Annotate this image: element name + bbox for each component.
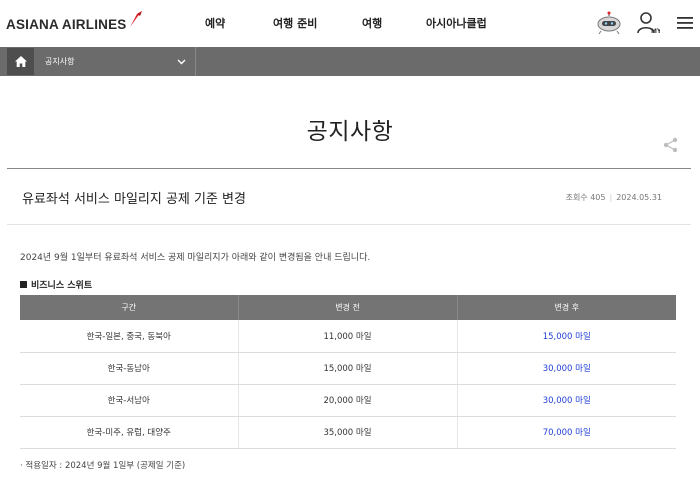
home-icon — [14, 56, 27, 67]
cell-before: 15,000 마일 — [237, 352, 457, 385]
meta-separator: | — [609, 193, 613, 202]
cell-before: 35,000 마일 — [237, 416, 457, 449]
divider — [7, 224, 691, 225]
table-row: 한국-일본, 중국, 동북아 11,000 마일 15,000 마일 — [20, 320, 676, 353]
chevron-down-icon — [177, 59, 186, 65]
cell-route: 한국-미주, 유럽, 대양주 — [20, 416, 238, 449]
top-header: ASIANA AIRLINES 예약 여행 준비 여행 아시아나클럽 MY — [0, 0, 700, 47]
share-icon[interactable] — [663, 137, 678, 153]
robot-chat-icon[interactable] — [596, 11, 622, 35]
location-current: 공지사항 — [45, 57, 75, 66]
notice-meta: 조회수 405 | 2024.05.31 — [566, 192, 662, 203]
cell-before: 20,000 마일 — [237, 384, 457, 417]
cell-route: 한국-동남아 — [20, 352, 238, 385]
table-row: 한국-동남아 15,000 마일 30,000 마일 — [20, 352, 676, 385]
cell-route: 한국-서남아 — [20, 384, 238, 417]
my-account-icon[interactable]: MY — [636, 11, 660, 35]
nav-item-travel[interactable]: 여행 — [362, 15, 382, 31]
notice-intro: 2024년 9월 1일부터 유료좌석 서비스 공제 마일리지가 아래와 같이 변… — [20, 253, 371, 263]
notice-date: 2024.05.31 — [616, 193, 662, 202]
nav-item-travel-prep[interactable]: 여행 준비 — [273, 15, 317, 31]
cell-after: 30,000 마일 — [456, 384, 676, 417]
divider — [7, 168, 691, 169]
cell-after: 15,000 마일 — [456, 320, 676, 353]
cell-before: 11,000 마일 — [237, 320, 457, 353]
global-nav: 예약 여행 준비 여행 아시아나클럽 — [0, 15, 700, 31]
my-label: MY — [651, 28, 660, 35]
footnote: · 적용일자 : 2024년 9월 1일부 (공제일 기준) — [20, 461, 186, 471]
cell-route: 한국-일본, 중국, 동북아 — [20, 320, 238, 353]
home-button[interactable] — [7, 48, 34, 75]
column-header-before: 변경 전 — [237, 295, 457, 320]
cell-after: 30,000 마일 — [456, 352, 676, 385]
page-title: 공지사항 — [306, 119, 394, 145]
location-bar: 공지사항 — [0, 47, 700, 76]
notice-title: 유료좌석 서비스 마일리지 공제 기준 변경 — [22, 192, 246, 207]
location-dropdown[interactable]: 공지사항 — [35, 47, 196, 76]
column-header-route: 구간 — [20, 295, 238, 320]
nav-item-asiana-club[interactable]: 아시아나클럽 — [426, 15, 487, 31]
table-row: 한국-서남아 20,000 마일 30,000 마일 — [20, 384, 676, 417]
cell-after: 70,000 마일 — [456, 416, 676, 449]
square-bullet-icon — [20, 281, 27, 288]
table-header-row: 구간 변경 전 변경 후 — [20, 295, 676, 320]
menu-icon[interactable] — [676, 15, 694, 31]
view-count: 조회수 405 — [565, 193, 606, 202]
table-row: 한국-미주, 유럽, 대양주 35,000 마일 70,000 마일 — [20, 416, 676, 449]
section-title: 비즈니스 스위트 — [20, 278, 92, 291]
nav-item-booking[interactable]: 예약 — [205, 15, 225, 31]
section-title-text: 비즈니스 스위트 — [31, 281, 93, 291]
column-header-after: 변경 후 — [456, 295, 676, 320]
mileage-table: 구간 변경 전 변경 후 한국-일본, 중국, 동북아 11,000 마일 15… — [20, 295, 676, 449]
